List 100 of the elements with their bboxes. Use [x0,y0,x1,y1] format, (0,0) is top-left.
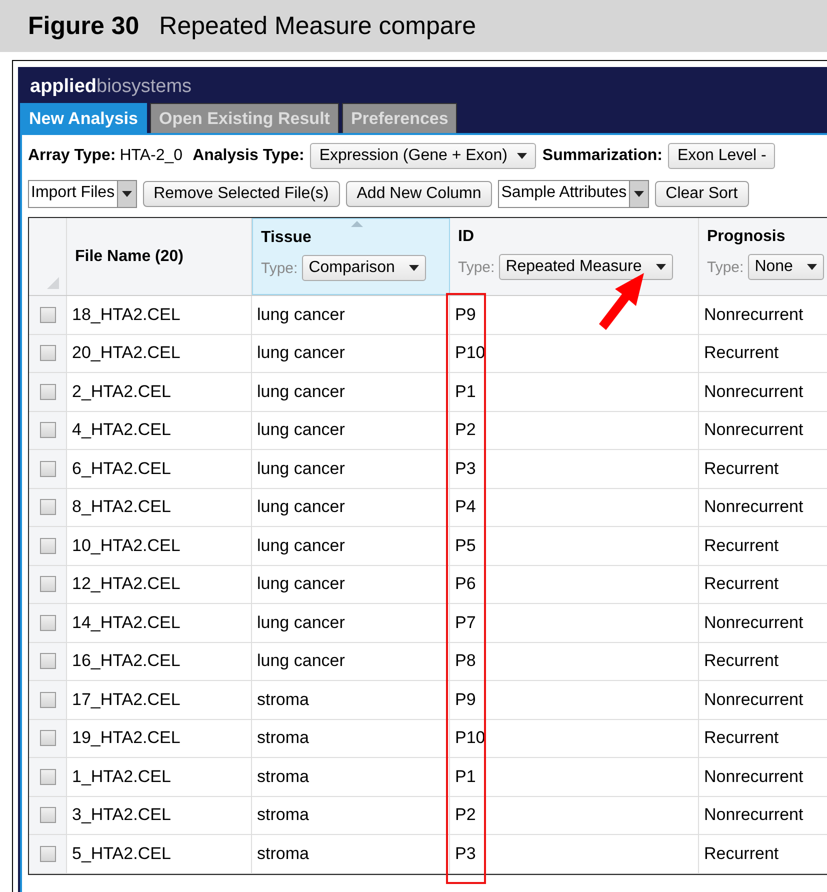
type-label: Type: [707,258,744,276]
table-cell: Nonrecurrent [699,296,827,334]
table-cell: 10_HTA2.CEL [67,527,252,564]
row-checkbox[interactable] [40,807,56,824]
row-checkbox[interactable] [40,538,56,554]
column-header[interactable]: Tissue Type: Comparison [252,218,450,295]
row-checkbox[interactable] [40,576,56,592]
row-checkbox[interactable] [40,499,56,516]
toolbar-button[interactable]: Clear Sort [654,181,749,207]
type-dropdown[interactable]: Repeated Measure [498,254,673,280]
table-cell: 5_HTA2.CEL [67,835,252,872]
split-dropdown[interactable]: Import Files [28,180,137,208]
pointer-arrow [598,272,646,332]
column-header[interactable]: File Name (20) [67,218,252,295]
type-dropdown[interactable]: None [748,254,824,280]
tab[interactable]: New Analysis [20,103,147,133]
table-cell: 14_HTA2.CEL [67,604,252,642]
caret-icon [122,191,132,197]
table-cell: lung cancer [252,527,450,564]
dropdown[interactable]: Exon Level - [668,143,776,169]
row-checkbox[interactable] [40,653,56,670]
split-dropdown[interactable]: Sample Attributes [498,180,649,208]
table-cell: lung cancer [252,334,450,372]
table-cell: P3 [450,450,699,488]
table-cell: Recurrent [699,720,827,757]
table-cell: stroma [252,681,450,718]
table-cell: P5 [450,527,699,564]
setting-label: Summarization: [542,147,662,165]
caret-icon [656,264,666,270]
table-cell: Nonrecurrent [699,681,827,718]
table-cell: P2 [450,796,699,834]
figure-caption: Repeated Measure compare [159,12,476,40]
row-checkbox[interactable] [40,730,56,746]
row-checkbox[interactable] [40,692,56,708]
table-cell: stroma [252,758,450,796]
table-cell: 3_HTA2.CEL [67,796,252,834]
column-title: Tissue [261,229,312,247]
table-cell: 1_HTA2.CEL [67,758,252,796]
table-cell: lung cancer [252,566,450,603]
setting-label: Array Type: [28,147,116,165]
setting-value: HTA-2_0 [120,147,183,165]
table-cell: Nonrecurrent [699,373,827,410]
table-cell: lung cancer [252,604,450,642]
type-dropdown[interactable]: Comparison [302,255,426,281]
table-cell: Nonrecurrent [699,758,827,796]
type-label: Type: [458,258,495,276]
table-cell: P8 [450,642,699,680]
caret-icon [517,153,528,159]
row-checkbox[interactable] [40,768,56,785]
table-cell: lung cancer [252,296,450,334]
table-cell: Recurrent [699,566,827,603]
column-title: File Name (20) [75,248,184,266]
table-cell: 8_HTA2.CEL [67,488,252,526]
caret-icon [634,191,644,197]
table-cell: stroma [252,835,450,872]
column-header[interactable]: ID Type: Repeated Measure [450,218,699,295]
table-cell: 16_HTA2.CEL [67,642,252,680]
table-cell: 19_HTA2.CEL [67,720,252,757]
table-cell: 17_HTA2.CEL [67,681,252,718]
figure-label: Figure 30 [28,12,140,40]
table-cell: stroma [252,720,450,757]
row-checkbox[interactable] [40,460,56,477]
column-title: Prognosis [707,228,786,246]
table-cell: P3 [450,835,699,872]
row-checkbox[interactable] [40,614,56,631]
type-label: Type: [261,260,298,276]
setting-label: Analysis Type: [192,147,304,165]
table-cell: Recurrent [699,527,827,564]
toolbar-button[interactable]: Add New Column [346,181,492,207]
sort-ascending-icon [351,221,363,227]
table-cell: P2 [450,412,699,449]
table-cell: P7 [450,604,699,642]
table-cell: P10 [450,720,699,757]
table-cell: lung cancer [252,488,450,526]
toolbar-button[interactable]: Remove Selected File(s) [142,181,340,207]
row-checkbox[interactable] [40,846,56,862]
column-header[interactable]: Prognosis Type: None [699,218,827,295]
table-cell: P1 [450,373,699,410]
dropdown[interactable]: Expression (Gene + Exon) [310,143,536,169]
caret-icon [806,264,817,270]
table-cell: 2_HTA2.CEL [67,373,252,410]
row-checkbox[interactable] [40,422,56,438]
table-cell: lung cancer [252,642,450,680]
table-cell: Recurrent [699,334,827,372]
table-cell: lung cancer [252,450,450,488]
table-cell: P1 [450,758,699,796]
table-cell: Recurrent [699,642,827,680]
table-cell: 4_HTA2.CEL [67,412,252,449]
table-cell: 18_HTA2.CEL [67,296,252,334]
row-checkbox[interactable] [40,384,56,400]
table-cell: Nonrecurrent [699,604,827,642]
table-cell: 12_HTA2.CEL [67,566,252,603]
row-checkbox[interactable] [40,345,56,362]
table-cell: Nonrecurrent [699,796,827,834]
table-cell: stroma [252,796,450,834]
table-cell: Nonrecurrent [699,488,827,526]
table-cell: Recurrent [699,835,827,872]
table-cell: 20_HTA2.CEL [67,334,252,372]
row-checkbox[interactable] [40,306,56,323]
table-cell: P10 [450,334,699,372]
